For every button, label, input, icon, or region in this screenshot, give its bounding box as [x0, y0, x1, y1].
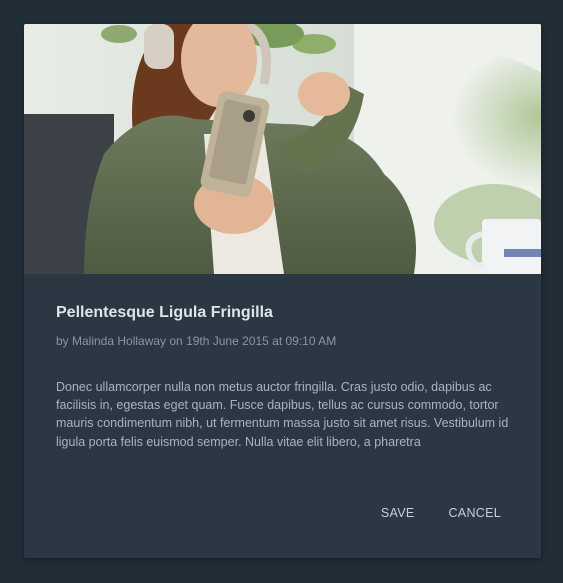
save-button[interactable]: SAVE: [373, 500, 423, 526]
card-actions: SAVE CANCEL: [373, 500, 509, 526]
card-image: [24, 24, 541, 274]
card-body: Donec ullamcorper nulla non metus auctor…: [56, 380, 509, 449]
card-title: Pellentesque Ligula Fringilla: [56, 304, 273, 321]
card-meta: by Malinda Hollaway on 19th June 2015 at…: [56, 334, 337, 348]
card-photo: [24, 24, 541, 274]
cancel-button[interactable]: CANCEL: [440, 500, 509, 526]
article-card: Pellentesque Ligula Fringilla by Malinda…: [24, 24, 541, 558]
card-content: Pellentesque Ligula Fringilla by Malinda…: [24, 274, 541, 451]
